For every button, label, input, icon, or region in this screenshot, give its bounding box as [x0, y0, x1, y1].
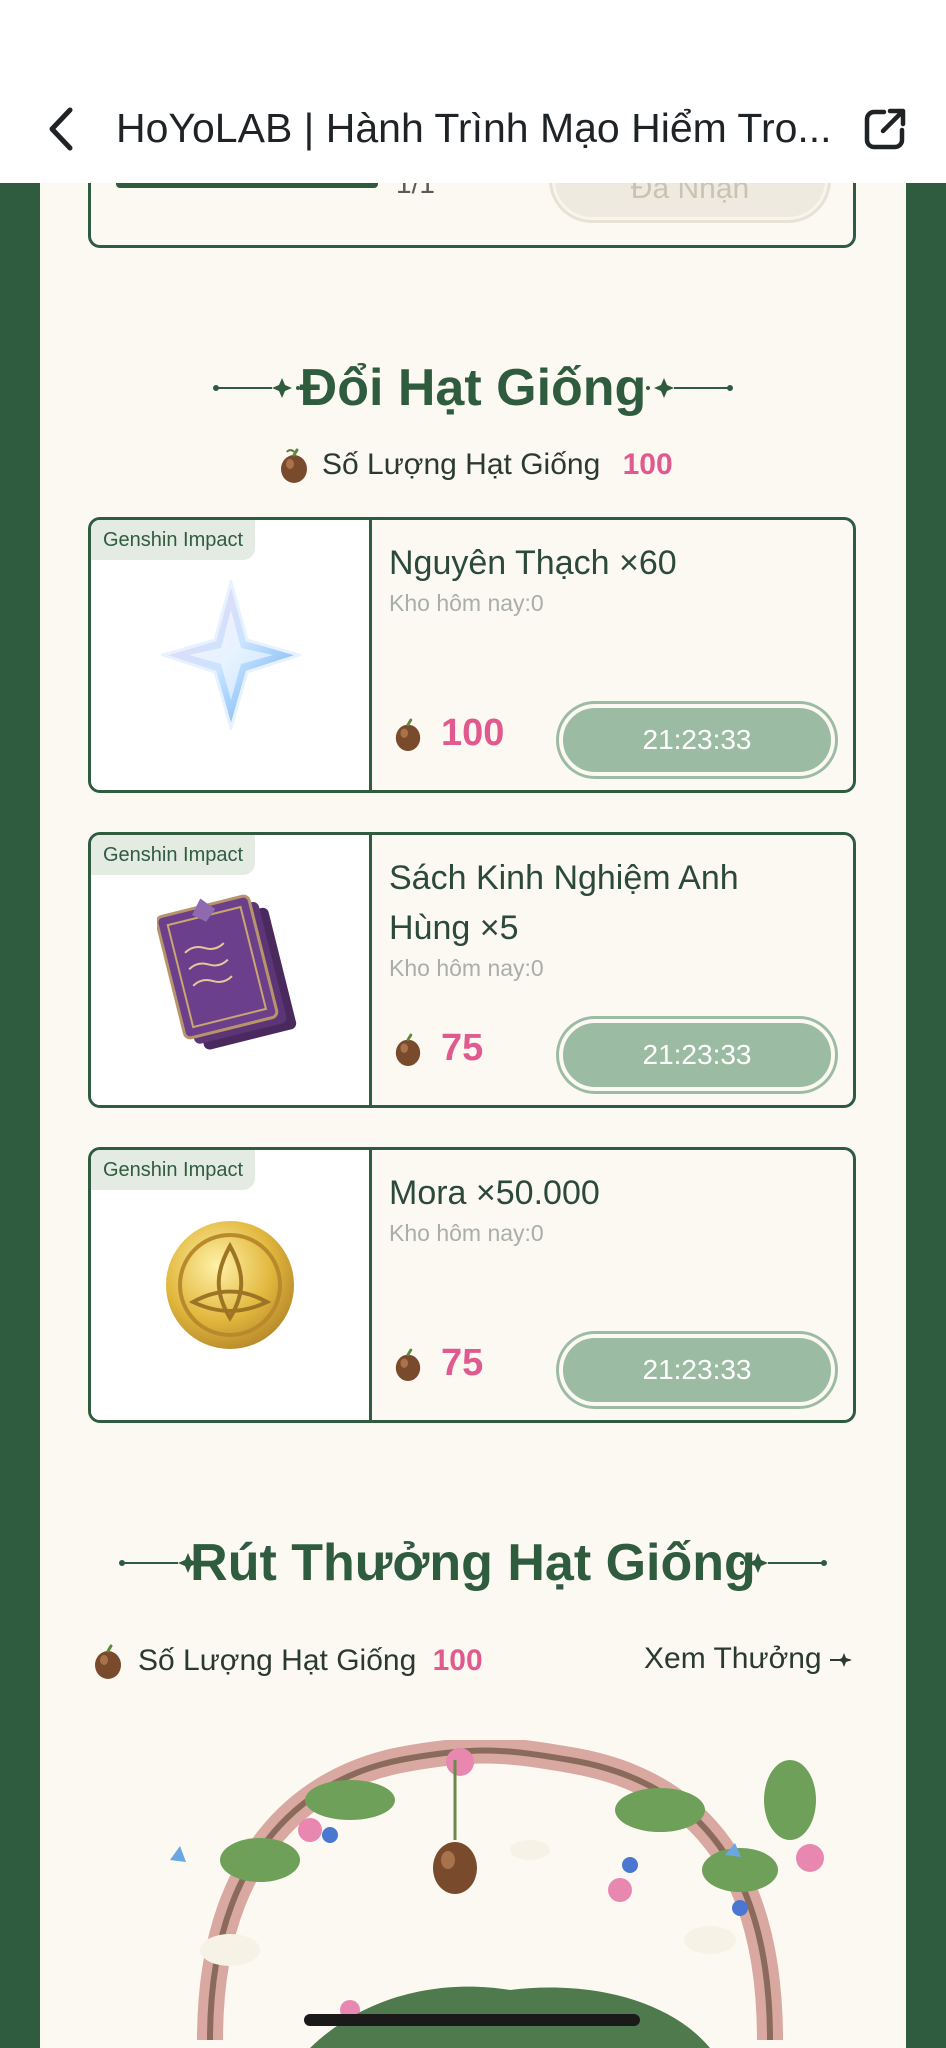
- exchange-item-card: Genshin Impact Mora ×50.000 Kho hôm nay:…: [88, 1147, 856, 1423]
- view-rewards-link[interactable]: Xem Thưởng: [644, 1642, 856, 1676]
- item-cost: 100: [441, 712, 505, 754]
- game-tag: Genshin Impact: [91, 835, 256, 875]
- item-name: Nguyên Thạch ×60: [389, 544, 677, 582]
- seed-icon: [395, 718, 421, 751]
- exchange-section-title: Đổi Hạt Giống: [299, 359, 647, 417]
- item-stock: Kho hôm nay:0: [389, 590, 544, 616]
- top-navigation-bar: HoYoLAB | Hành Trình Mạo Hiểm Tro...: [0, 0, 946, 183]
- exchange-countdown-button[interactable]: 21:23:33: [559, 1019, 835, 1091]
- exchange-countdown-button[interactable]: 21:23:33: [559, 1334, 835, 1406]
- item-stock: Kho hôm nay:0: [389, 955, 544, 981]
- item-stock: Kho hôm nay:0: [389, 1220, 544, 1246]
- mora-coin-icon: [166, 1221, 294, 1349]
- seed-count-label: Số Lượng Hạt Giống 100: [322, 448, 673, 481]
- title-decoration-right-icon: [646, 378, 733, 398]
- item-cost: 75: [441, 1342, 484, 1384]
- seed-count-value: 100: [622, 448, 673, 481]
- exchange-item-card: Genshin Impact Nguyên Thạch ×60 Kho hôm …: [88, 517, 856, 793]
- draw-seed-count-label: Số Lượng Hạt Giống 100: [138, 1644, 483, 1677]
- item-image: [91, 835, 372, 1105]
- item-name: Mora ×50.000: [389, 1174, 600, 1212]
- exchange-countdown-button[interactable]: 21:23:33: [559, 704, 835, 776]
- external-share-icon[interactable]: [862, 106, 908, 152]
- chevron-left-icon[interactable]: [42, 104, 82, 154]
- primogem-icon: [161, 580, 301, 730]
- draw-seed-count-value: 100: [432, 1644, 483, 1677]
- seed-icon: [281, 448, 307, 483]
- seed-icon: [95, 1644, 121, 1679]
- exchange-item-card: Genshin Impact Sách Kinh Nghiệm Anh Hùng…: [88, 832, 856, 1108]
- item-cost: 75: [441, 1027, 484, 1069]
- title-decoration-right-icon: [740, 1553, 827, 1573]
- seed-icon: [395, 1033, 421, 1066]
- home-indicator: [304, 2014, 640, 2026]
- heros-wit-book-icon: [157, 894, 297, 1050]
- page-title: HoYoLAB | Hành Trình Mạo Hiểm Tro...: [116, 105, 832, 151]
- game-tag: Genshin Impact: [91, 1150, 256, 1190]
- arrow-right-icon: [829, 1653, 852, 1668]
- seed-icon: [395, 1348, 421, 1381]
- item-name: Sách Kinh Nghiệm Anh Hùng ×5: [389, 859, 739, 947]
- game-tag: Genshin Impact: [91, 520, 256, 560]
- item-image: [91, 520, 372, 790]
- item-image: [91, 1150, 372, 1420]
- garden-archway-illustration: [170, 1740, 824, 2048]
